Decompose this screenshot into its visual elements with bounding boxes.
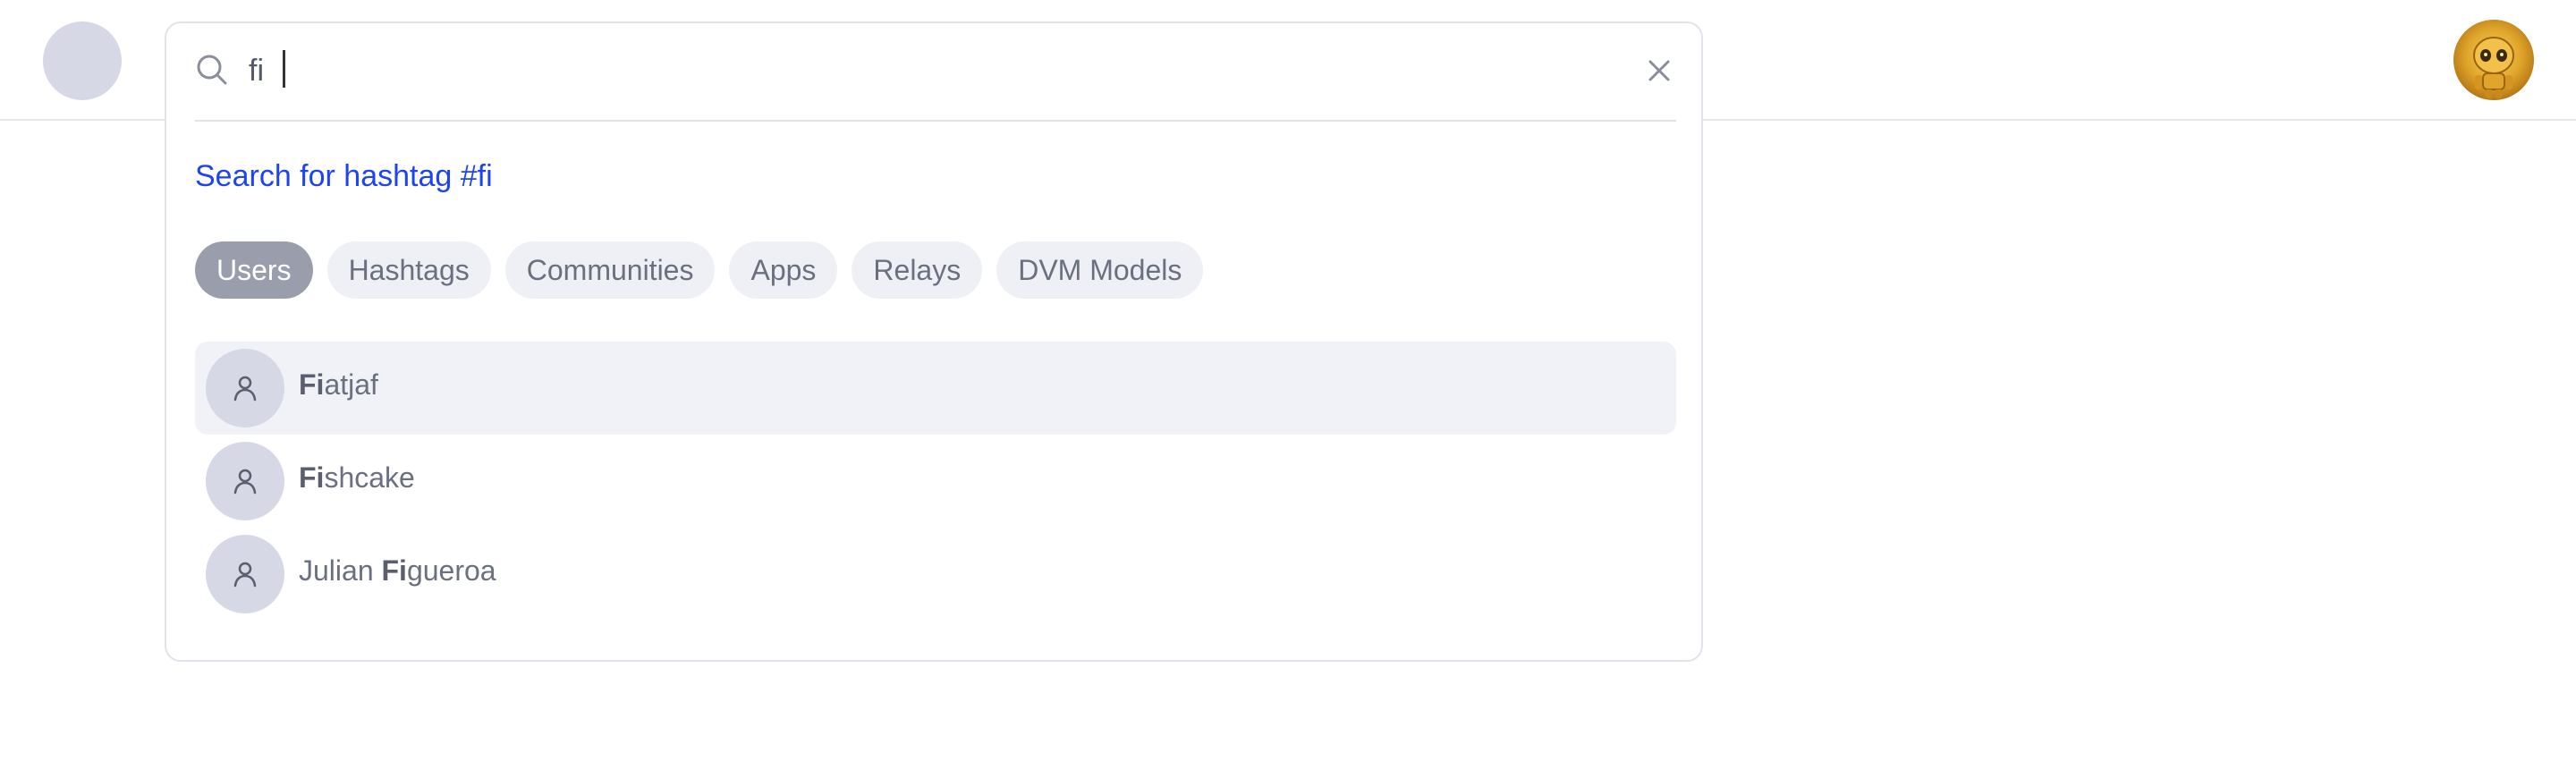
tab-communities[interactable]: Communities — [504, 241, 716, 299]
result-type-tabs: Users Hashtags Communities Apps Relays D… — [195, 241, 1204, 299]
match-highlight: Fi — [299, 461, 325, 494]
search-bar — [195, 23, 1676, 122]
tab-dvm-models[interactable]: DVM Models — [996, 241, 1204, 299]
user-avatar[interactable] — [2453, 20, 2534, 100]
close-icon[interactable] — [1644, 55, 1674, 86]
match-highlight: Fi — [381, 554, 407, 587]
user-icon — [233, 469, 257, 495]
tab-apps[interactable]: Apps — [729, 241, 838, 299]
user-name: Julian Figueroa — [299, 554, 496, 587]
search-input[interactable] — [249, 45, 1590, 97]
tab-hashtags[interactable]: Hashtags — [326, 241, 491, 299]
avatar — [206, 349, 284, 427]
user-icon — [233, 562, 257, 588]
search-icon — [195, 53, 229, 87]
tab-relays[interactable]: Relays — [852, 241, 983, 299]
list-item[interactable]: Fishcake — [195, 435, 1676, 528]
search-hashtag-link[interactable]: Search for hashtag #fi — [195, 159, 493, 194]
robot-avatar-image — [2473, 37, 2514, 98]
list-item[interactable]: Julian Figueroa — [195, 528, 1676, 621]
tab-users[interactable]: Users — [195, 241, 313, 299]
user-name: Fiatjaf — [299, 368, 378, 401]
app-logo-placeholder[interactable] — [43, 21, 122, 100]
user-results-list: Fiatjaf Fishcake Julian Figueroa — [195, 342, 1676, 621]
avatar — [206, 535, 284, 613]
match-highlight: Fi — [299, 368, 325, 401]
search-dropdown: Search for hashtag #fi Users Hashtags Co… — [165, 21, 1703, 662]
text-caret — [283, 50, 285, 88]
user-icon — [233, 376, 257, 402]
user-name: Fishcake — [299, 461, 415, 494]
list-item[interactable]: Fiatjaf — [195, 342, 1676, 435]
avatar — [206, 442, 284, 520]
